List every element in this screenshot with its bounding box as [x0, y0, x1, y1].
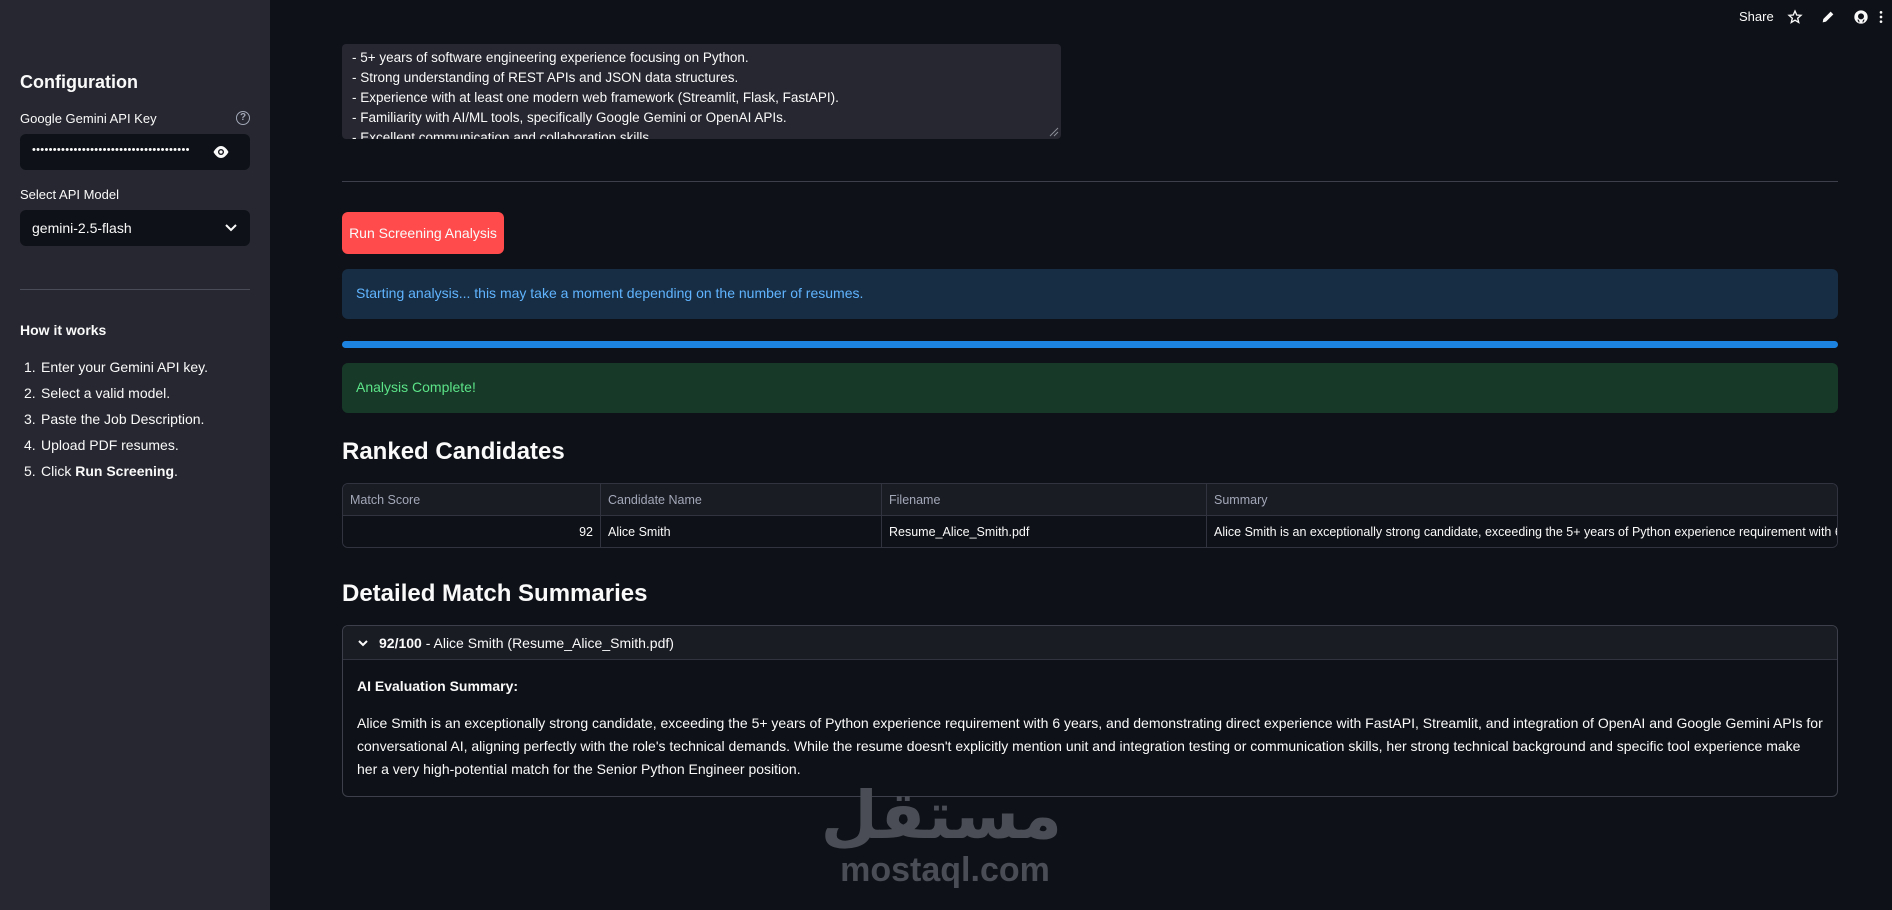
- table-cell[interactable]: Alice Smith is an exceptionally strong c…: [1207, 516, 1837, 547]
- jd-line: - Excellent communication and collaborat…: [352, 130, 653, 139]
- jd-line: - 5+ years of software engineering exper…: [352, 50, 749, 65]
- candidates-table[interactable]: Match Score Candidate Name Filename Summ…: [342, 483, 1838, 548]
- column-header[interactable]: Filename: [882, 484, 1207, 516]
- github-icon[interactable]: [1853, 9, 1869, 25]
- jd-line: - Familiarity with AI/ML tools, specific…: [352, 110, 787, 125]
- model-select[interactable]: gemini-2.5-flash: [20, 210, 250, 246]
- info-alert: Starting analysis... this may take a mom…: [342, 269, 1838, 319]
- table-cell[interactable]: 92: [343, 516, 601, 547]
- sidebar-title: Configuration: [20, 72, 138, 92]
- table-header-row: Match Score Candidate Name Filename Summ…: [343, 484, 1837, 516]
- steps-list: 1. Enter your Gemini API key. 2. Select a …: [24, 358, 208, 488]
- chevron-down-icon: [358, 640, 368, 647]
- star-icon[interactable]: [1787, 9, 1803, 25]
- watermark-logo-latin: mostaql.com: [840, 851, 1050, 889]
- progress-fill: [342, 341, 1838, 348]
- column-header[interactable]: Summary: [1207, 484, 1837, 516]
- evaluation-subheading: AI Evaluation Summary:: [357, 678, 519, 694]
- table-cell[interactable]: Resume_Alice_Smith.pdf: [882, 516, 1207, 547]
- jd-line: - Strong understanding of REST APIs and …: [352, 70, 739, 85]
- how-it-works-title: How it works: [20, 322, 107, 338]
- column-header[interactable]: Candidate Name: [601, 484, 882, 516]
- table-cell[interactable]: Alice Smith: [601, 516, 882, 547]
- sidebar-divider: [20, 289, 250, 290]
- watermark-logo-arabic: مستقل: [820, 777, 1062, 854]
- resize-handle-icon[interactable]: [1049, 127, 1059, 137]
- edit-icon[interactable]: [1820, 9, 1836, 25]
- sidebar: Configuration Google Gemini API Key ? ••…: [0, 0, 270, 910]
- model-select-value: gemini-2.5-flash: [32, 220, 132, 236]
- help-icon[interactable]: ?: [236, 111, 250, 125]
- api-key-label: Google Gemini API Key: [20, 111, 157, 126]
- progress-bar: [342, 341, 1838, 348]
- list-item: 5. Click Run Screening.: [24, 463, 178, 479]
- list-item: 4. Upload PDF resumes.: [24, 437, 179, 453]
- chevron-down-icon: [225, 224, 237, 232]
- share-button[interactable]: Share: [1739, 9, 1774, 24]
- expander-title: 92/100 - Alice Smith (Resume_Alice_Smith…: [379, 635, 674, 651]
- table-row[interactable]: 92 Alice Smith Resume_Alice_Smith.pdf Al…: [343, 516, 1837, 547]
- expander-header[interactable]: 92/100 - Alice Smith (Resume_Alice_Smith…: [343, 626, 1837, 660]
- model-label: Select API Model: [20, 187, 119, 202]
- candidate-expander: 92/100 - Alice Smith (Resume_Alice_Smith…: [342, 625, 1838, 797]
- column-header[interactable]: Match Score: [343, 484, 601, 516]
- list-item: 2. Select a valid model.: [24, 385, 171, 401]
- api-key-value: ••••••••••••••••••••••••••••••••••••••: [32, 144, 190, 156]
- list-item: 1. Enter your Gemini API key.: [24, 359, 209, 375]
- menu-icon[interactable]: [1877, 9, 1885, 25]
- api-key-input[interactable]: ••••••••••••••••••••••••••••••••••••••: [20, 134, 250, 170]
- ranked-candidates-title: Ranked Candidates: [342, 438, 565, 465]
- detailed-summaries-title: Detailed Match Summaries: [342, 580, 648, 607]
- eye-icon[interactable]: [212, 144, 230, 160]
- evaluation-text: Alice Smith is an exceptionally strong c…: [357, 715, 1823, 777]
- run-screening-button[interactable]: Run Screening Analysis: [342, 212, 504, 254]
- list-item: 3. Paste the Job Description.: [24, 411, 205, 427]
- expander-body: AI Evaluation Summary: Alice Smith is an…: [357, 678, 1823, 781]
- main-divider: [342, 181, 1838, 182]
- success-alert: Analysis Complete!: [342, 363, 1838, 413]
- job-description-textarea[interactable]: - 5+ years of software engineering exper…: [342, 44, 1061, 139]
- jd-line: - Experience with at least one modern we…: [352, 90, 839, 105]
